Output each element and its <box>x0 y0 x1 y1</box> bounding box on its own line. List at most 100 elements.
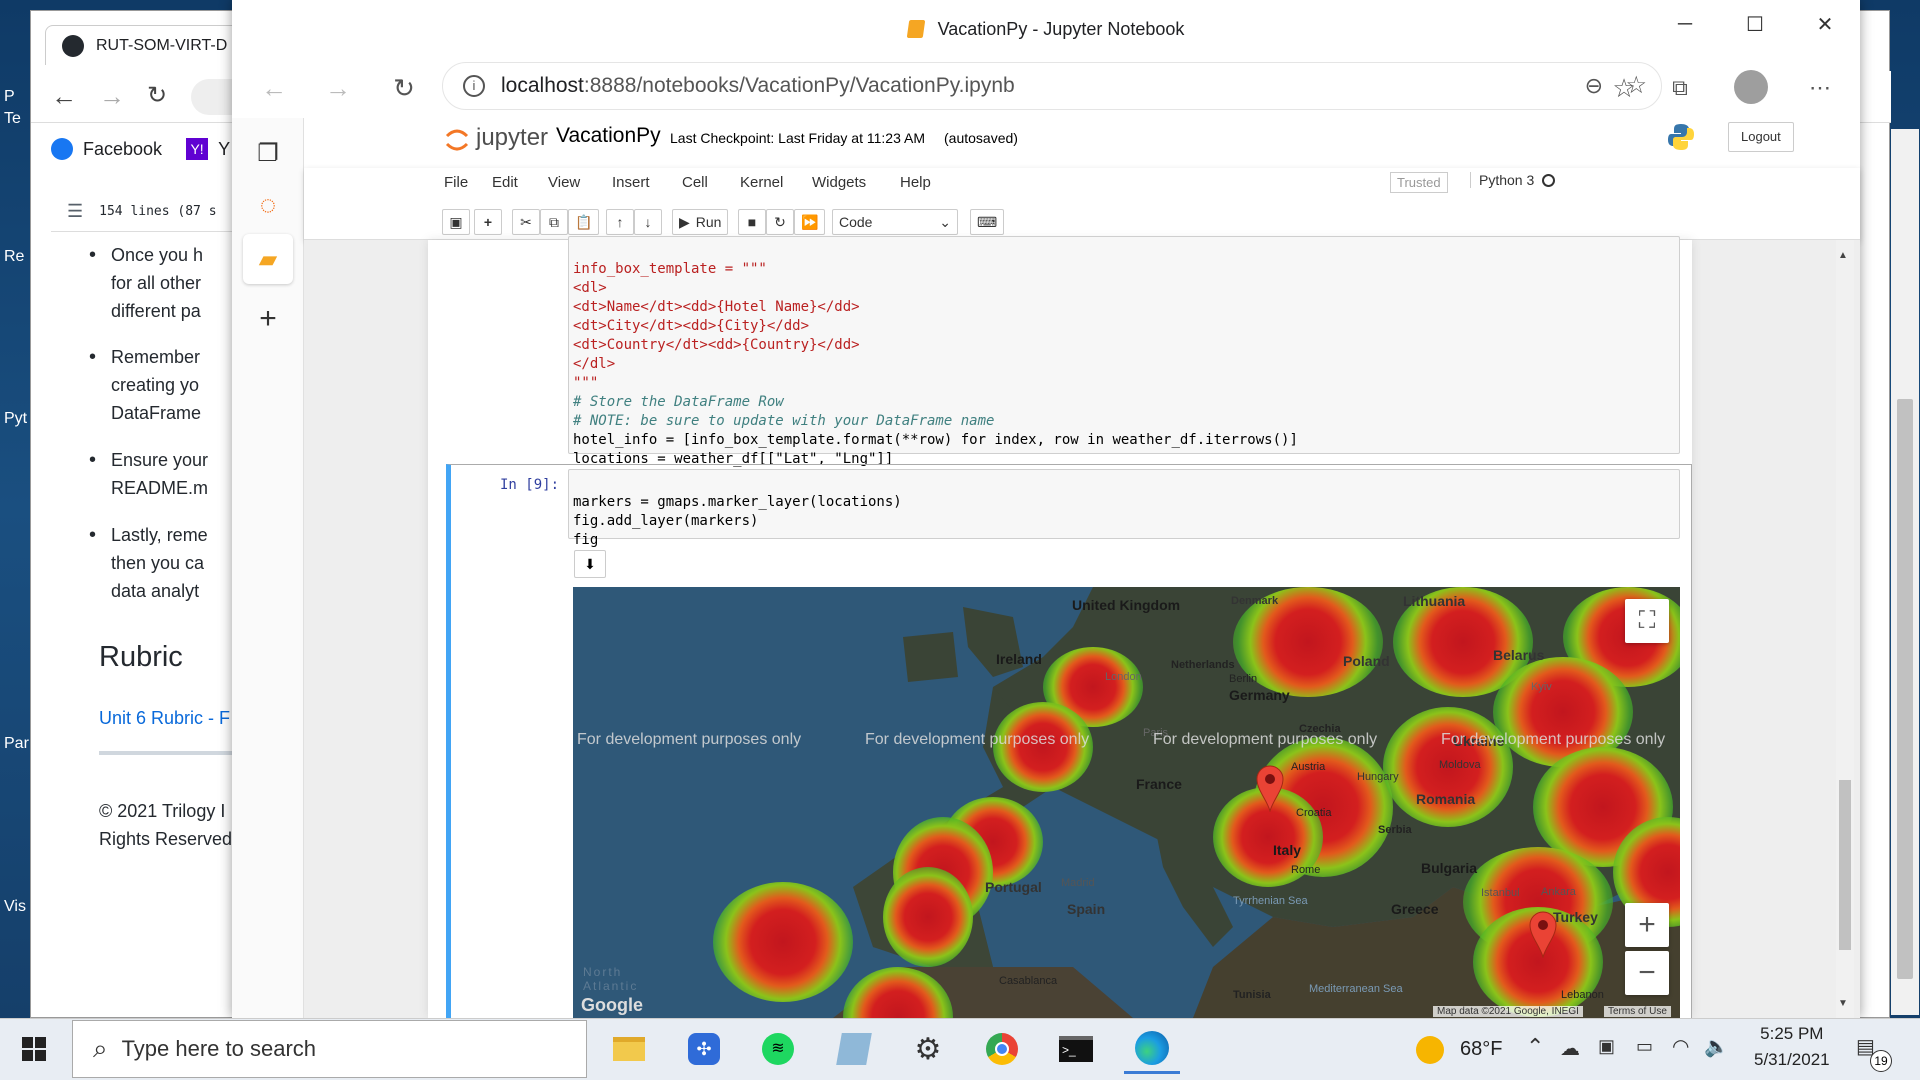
weather-temp[interactable]: 68°F <box>1460 1038 1502 1061</box>
scroll-down-icon[interactable]: ▼ <box>1838 998 1848 1009</box>
navigation-bar: ← → ↻ i localhost :8888/notebooks/Vacati… <box>232 58 1860 118</box>
move-up-icon[interactable]: ↑ <box>606 209 634 235</box>
map-marker-icon[interactable] <box>1255 764 1285 813</box>
scrollbar[interactable] <box>1891 129 1919 1015</box>
forward-arrow-icon[interactable]: → <box>99 81 125 112</box>
profile-avatar[interactable] <box>1734 70 1768 104</box>
logout-button[interactable]: Logout <box>1728 122 1794 152</box>
desktop-icon-label[interactable]: Te <box>4 110 21 128</box>
reload-icon[interactable]: ↻ <box>147 81 167 110</box>
desktop-icon-label[interactable]: Re <box>4 248 24 266</box>
restart-run-all-icon[interactable]: ⏩ <box>794 209 826 235</box>
notebook-scrollbar[interactable]: ▲ ▼ <box>1836 240 1854 1018</box>
chrome-icon[interactable] <box>974 1024 1030 1074</box>
weather-icon[interactable] <box>1416 1036 1444 1064</box>
menu-edit[interactable]: Edit <box>492 174 518 191</box>
gmaps-figure[interactable]: United Kingdom Ireland Denmark Lithuania… <box>573 587 1680 1018</box>
zoom-in-button[interactable]: + <box>1625 903 1669 947</box>
download-icon[interactable]: ⬇ <box>574 550 606 578</box>
desktop-icon-label[interactable]: P <box>4 88 15 106</box>
more-menu-icon[interactable]: ⋯ <box>1800 68 1840 108</box>
maximize-icon[interactable]: ☐ <box>1720 0 1790 48</box>
menu-cell[interactable]: Cell <box>682 174 708 191</box>
save-icon[interactable]: ▣ <box>442 209 470 235</box>
menu-kernel[interactable]: Kernel <box>740 174 783 191</box>
taskbar-search[interactable]: ⌕ Type here to search <box>72 1020 587 1078</box>
forward-arrow-icon[interactable]: → <box>318 68 358 108</box>
map-label-country: Belarus <box>1493 647 1545 663</box>
new-tab-icon[interactable]: + <box>243 294 293 344</box>
menu-widgets[interactable]: Widgets <box>812 174 866 191</box>
app-grid-icon[interactable]: ✣ <box>676 1024 732 1074</box>
settings-gear-icon[interactable]: ⚙ <box>900 1024 956 1074</box>
code-block: info_box_template = """ <dl> <dt>Name</d… <box>573 241 1298 469</box>
copy-icon[interactable]: ⧉ <box>540 209 568 235</box>
volume-icon[interactable]: 🔈 <box>1704 1034 1729 1059</box>
code-cell-input[interactable]: markers = gmaps.marker_layer(locations) … <box>568 469 1680 548</box>
jupyter-logo-icon[interactable] <box>444 124 470 156</box>
windows-start-icon[interactable] <box>22 1037 46 1061</box>
code-cell-input[interactable]: info_box_template = """ <dl> <dt>Name</d… <box>568 236 1680 467</box>
fullscreen-icon[interactable]: ⛶ <box>1625 599 1669 643</box>
spotify-icon[interactable]: ≋ <box>750 1024 806 1074</box>
favorites-icon[interactable]: ☆ <box>1604 68 1644 108</box>
jupyter-wordmark[interactable]: jupyter <box>476 124 548 152</box>
terminal-icon[interactable]: >_ <box>1048 1024 1104 1074</box>
tab-actions-icon[interactable]: ❐ <box>243 128 293 178</box>
cell-type-select[interactable]: Code ⌄ <box>832 209 958 235</box>
checkpoint-status: Last Checkpoint: Last Friday at 11:23 AM <box>670 130 925 146</box>
zoom-icon[interactable]: ⊖ <box>1585 73 1603 99</box>
run-button[interactable]: ▶ Run <box>672 209 729 235</box>
cut-icon[interactable]: ✂ <box>512 209 540 235</box>
google-logo[interactable]: Google <box>581 995 643 1016</box>
command-palette-icon[interactable]: ⌨ <box>970 209 1005 235</box>
onedrive-icon[interactable]: ☁ <box>1560 1036 1580 1061</box>
map-marker-icon[interactable] <box>1528 910 1558 959</box>
desktop-icon-label[interactable]: Pyt <box>4 410 27 428</box>
menu-help[interactable]: Help <box>900 174 931 191</box>
trusted-indicator[interactable]: Trusted <box>1390 172 1448 193</box>
list-item: Once you h for all other different pa <box>89 241 203 325</box>
rubric-link[interactable]: Unit 6 Rubric - F <box>99 708 230 729</box>
notebook-tab-icon[interactable]: ▰ <box>243 234 293 284</box>
refresh-icon[interactable]: ↻ <box>384 68 424 108</box>
tray-app-icon[interactable]: ▣ <box>1598 1036 1615 1057</box>
address-bar[interactable]: i localhost :8888/notebooks/VacationPy/V… <box>442 62 1662 110</box>
bullet-line: for all other <box>111 273 202 293</box>
minimize-icon[interactable]: ─ <box>1650 0 1720 48</box>
insert-cell-icon[interactable]: + <box>474 209 502 235</box>
file-explorer-icon[interactable] <box>601 1024 657 1074</box>
move-down-icon[interactable]: ↓ <box>634 209 662 235</box>
scrollbar-thumb[interactable] <box>1897 399 1913 979</box>
interrupt-icon[interactable]: ■ <box>738 209 766 235</box>
notes-app-icon[interactable] <box>826 1024 882 1074</box>
terms-link[interactable]: Terms of Use <box>1604 1006 1671 1017</box>
collections-icon[interactable]: ⧉ <box>1660 68 1700 108</box>
back-arrow-icon[interactable]: ← <box>254 68 294 108</box>
scroll-up-icon[interactable]: ▲ <box>1838 250 1848 261</box>
desktop-icon-label[interactable]: Vis <box>4 898 26 916</box>
outline-icon[interactable]: ☰ <box>67 201 83 222</box>
code-line: fig.add_layer(markers) <box>573 513 759 529</box>
bookmark-facebook[interactable]: Facebook <box>83 139 162 160</box>
chevron-up-icon[interactable]: ⌃ <box>1526 1034 1544 1060</box>
bullet-line: Remember <box>111 347 201 367</box>
close-icon[interactable]: ✕ <box>1790 0 1860 48</box>
paste-icon[interactable]: 📋 <box>568 209 600 235</box>
desktop-icon-label[interactable]: Par <box>4 735 29 753</box>
jupyter-tab-icon[interactable]: ◌ <box>243 180 293 230</box>
battery-icon[interactable]: ▭ <box>1636 1036 1653 1057</box>
back-arrow-icon[interactable]: ← <box>51 81 77 112</box>
bookmark-yahoo[interactable]: Y <box>218 139 230 160</box>
notebook-name[interactable]: VacationPy <box>556 124 661 148</box>
menu-view[interactable]: View <box>548 174 580 191</box>
wifi-icon[interactable]: ◠ <box>1672 1034 1689 1059</box>
restart-icon[interactable]: ↻ <box>766 209 794 235</box>
menu-file[interactable]: File <box>444 174 468 191</box>
site-info-icon[interactable]: i <box>463 75 485 97</box>
zoom-out-button[interactable]: − <box>1625 951 1669 995</box>
clock[interactable]: 5:25 PM 5/31/2021 <box>1754 1024 1830 1070</box>
menu-insert[interactable]: Insert <box>612 174 650 191</box>
scrollbar-thumb[interactable] <box>1839 780 1851 950</box>
edge-icon[interactable] <box>1124 1024 1180 1074</box>
